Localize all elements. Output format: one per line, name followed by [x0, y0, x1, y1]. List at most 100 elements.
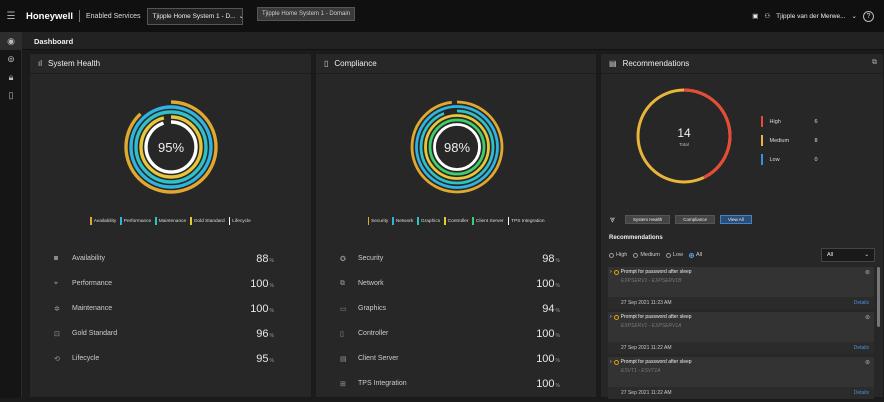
document-icon[interactable]: ▯: [0, 86, 22, 104]
total-label: Total: [679, 142, 689, 147]
open-icon[interactable]: ⊛: [865, 314, 870, 321]
priority-count: 0: [814, 156, 818, 163]
metric-row[interactable]: ⌖ Performance 100%: [54, 271, 274, 296]
radio-medium[interactable]: Medium: [633, 252, 660, 258]
legend-item: Network: [392, 217, 413, 225]
chevron-down-icon: ⌄: [238, 13, 244, 20]
gold-standard-icon: ⊡: [54, 330, 60, 338]
metric-unit: %: [555, 332, 560, 339]
chat-icon: ▤: [609, 59, 617, 68]
legend-swatch: [417, 217, 419, 225]
page-title: Dashboard: [22, 32, 884, 50]
metric-label: Performance: [72, 280, 113, 287]
recommendation-card[interactable]: › Prompt for password after sleep ⊛ EXPSERV…: [608, 267, 874, 309]
recommendation-date: 27 Sep 2021 11:23 AM: [621, 300, 672, 306]
metric-row[interactable]: ▭ Graphics 94%: [340, 296, 560, 321]
performance-icon: ⌖: [54, 279, 58, 287]
metric-label: Maintenance: [72, 305, 113, 312]
brand-logo: Honeywell: [26, 10, 73, 22]
legend-item: Gold Standard: [190, 217, 225, 225]
gauge-legend: Security Network Graphics Controller Client …: [316, 217, 596, 225]
metric-label: Security: [358, 255, 384, 262]
metric-unit: %: [269, 307, 274, 314]
recommendation-source: EXPSERV1 - EXPSERV1A: [621, 323, 682, 329]
dashboard-icon[interactable]: ◉: [0, 32, 22, 50]
user-name[interactable]: Tjipple van der Merwe...: [776, 13, 845, 20]
chevron-right-icon[interactable]: ›: [610, 314, 612, 320]
metric-row[interactable]: ✲ Maintenance 100%: [54, 296, 274, 321]
controller-icon: ▯: [340, 330, 344, 338]
radio-button[interactable]: [633, 252, 639, 258]
top-bar: ☰ Honeywell Enabled Services Tjipple Hom…: [0, 0, 884, 32]
legend-label: Controller: [447, 218, 469, 224]
legend-item: Performance: [120, 217, 151, 225]
priority-select[interactable]: All ⌄: [821, 248, 875, 262]
filter-row: ⩔ System Health Compliance View All: [610, 214, 752, 225]
legend-label: Performance: [123, 218, 152, 224]
card-footer: 27 Sep 2021 11:22 AM Details: [608, 342, 874, 354]
health-icon[interactable]: ⊚: [0, 50, 22, 68]
metric-row[interactable]: ◙ Availability 88%: [54, 246, 274, 271]
lock-icon[interactable]: 🔒︎: [0, 68, 22, 86]
legend-item: Maintenance: [155, 217, 186, 225]
metric-row[interactable]: ⧉ Network 100%: [340, 271, 560, 296]
metric-row[interactable]: ⊞ TPS Integration 100%: [340, 371, 560, 396]
radio-high[interactable]: High: [609, 252, 627, 258]
metric-label: Graphics: [358, 305, 387, 312]
radio-button[interactable]: [688, 252, 694, 258]
radio-all[interactable]: All: [688, 252, 702, 258]
scrollbar[interactable]: [877, 267, 880, 327]
recommendation-card[interactable]: › Prompt for password after sleep ⊛ ESVT1 -…: [608, 357, 874, 399]
recommendation-card[interactable]: › Prompt for password after sleep ⊛ EXPSERV…: [608, 312, 874, 354]
hamburger-menu-icon[interactable]: ☰: [0, 0, 22, 32]
system-health-panel: ıl System Health 95% Availability Perform…: [29, 53, 312, 398]
details-link[interactable]: Details: [854, 300, 869, 306]
chevron-right-icon[interactable]: ›: [610, 359, 612, 365]
chevron-right-icon[interactable]: ›: [610, 269, 612, 275]
enabled-services-link[interactable]: Enabled Services: [86, 13, 140, 20]
warning-icon: [613, 269, 619, 275]
metric-row[interactable]: ✪ Security 98%: [340, 246, 560, 271]
network-icon: ⧉: [340, 279, 345, 287]
filter-view-all-button[interactable]: View All: [720, 215, 752, 224]
recommendation-title: Prompt for password after sleep: [620, 359, 692, 365]
bar-chart-icon: ıl: [38, 59, 42, 68]
filter-system-health-button[interactable]: System Health: [625, 215, 671, 224]
filter-compliance-button[interactable]: Compliance: [675, 215, 716, 224]
metric-unit: %: [269, 332, 274, 339]
metric-row[interactable]: ▯ Controller 100%: [340, 321, 560, 346]
priority-swatch: [761, 135, 763, 146]
tps-integration-icon: ⊞: [340, 380, 346, 388]
user-area: ▣ ⚇ Tjipple van der Merwe... ⌄ ?: [752, 0, 874, 32]
card-header: › Prompt for password after sleep: [610, 269, 692, 275]
security-icon: ✪: [340, 255, 346, 263]
expand-icon[interactable]: ⧉: [872, 59, 877, 67]
recommendations-list-title: Recommendations: [609, 235, 663, 241]
chevron-down-icon[interactable]: ⌄: [852, 12, 857, 20]
details-link[interactable]: Details: [854, 390, 869, 396]
open-icon[interactable]: ⊛: [865, 269, 870, 276]
priority-label: High: [769, 118, 781, 125]
radio-button[interactable]: [609, 252, 614, 258]
legend-swatch: [90, 217, 92, 225]
open-icon[interactable]: ⊛: [865, 359, 870, 366]
user-icon[interactable]: ⚇: [764, 12, 770, 20]
priority-row: High 6: [761, 112, 831, 131]
priority-select-value: All: [827, 252, 834, 258]
compliance-gauge: 98%: [409, 99, 505, 195]
metric-row[interactable]: ▤ Client Server 100%: [340, 346, 560, 371]
radio-button[interactable]: [665, 252, 671, 258]
metric-unit: %: [269, 257, 274, 264]
metric-label: Client Server: [358, 355, 399, 362]
details-link[interactable]: Details: [854, 345, 869, 351]
metric-row[interactable]: ⟲ Lifecycle 95%: [54, 346, 274, 371]
notes-icon[interactable]: ▣: [752, 12, 758, 20]
legend-swatch: [120, 217, 122, 225]
help-icon[interactable]: ?: [863, 10, 874, 22]
filter-icon[interactable]: ⩔: [610, 214, 620, 225]
recommendations-list: › Prompt for password after sleep ⊛ EXPSERV…: [608, 267, 874, 402]
metric-row[interactable]: ⊡ Gold Standard 96%: [54, 321, 274, 346]
metric-unit: %: [555, 282, 560, 289]
system-select[interactable]: Tjipple Home System 1 - D... ⌄: [147, 7, 244, 25]
radio-low[interactable]: Low: [665, 252, 683, 258]
